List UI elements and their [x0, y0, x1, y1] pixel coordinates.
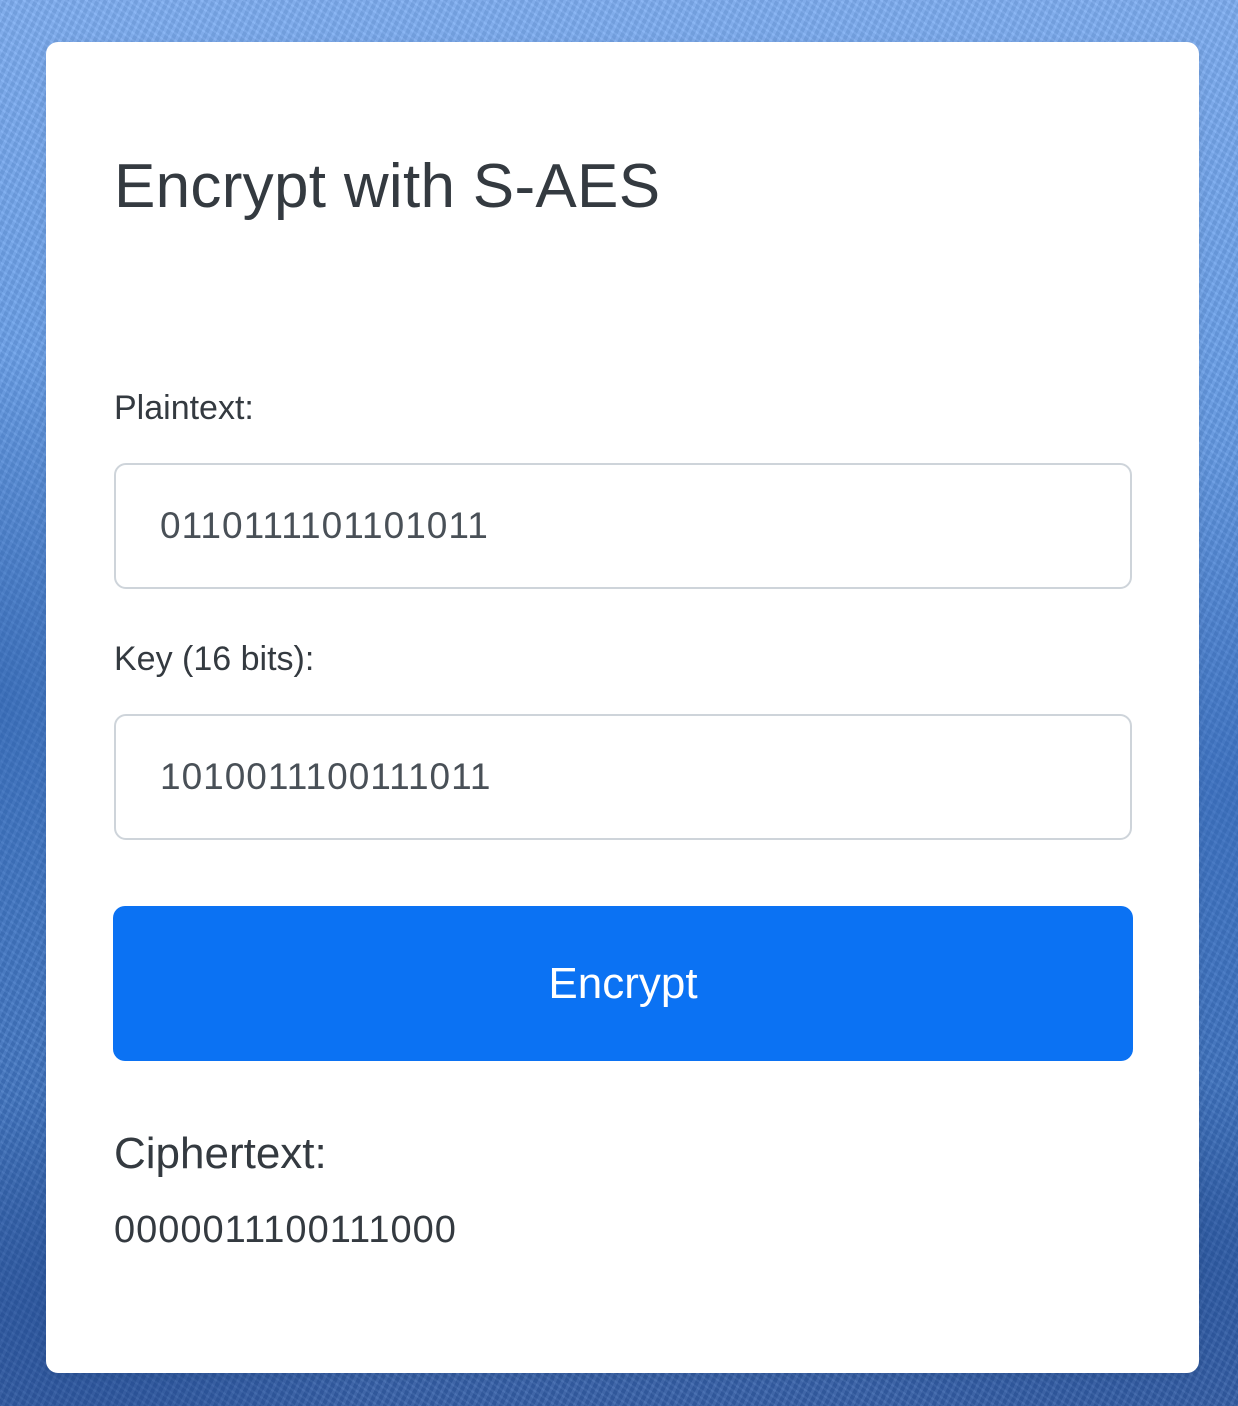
- plaintext-label: Plaintext:: [114, 389, 254, 427]
- encrypt-card: Encrypt with S-AES Plaintext: Key (16 bi…: [46, 42, 1199, 1373]
- page-title: Encrypt with S-AES: [114, 152, 661, 221]
- ciphertext-heading: Ciphertext:: [114, 1129, 327, 1178]
- key-label: Key (16 bits):: [114, 640, 315, 678]
- ciphertext-value: 0000011100111000: [114, 1209, 457, 1251]
- key-input[interactable]: [114, 714, 1132, 840]
- encrypt-button[interactable]: Encrypt: [113, 906, 1133, 1061]
- plaintext-input[interactable]: [114, 463, 1132, 589]
